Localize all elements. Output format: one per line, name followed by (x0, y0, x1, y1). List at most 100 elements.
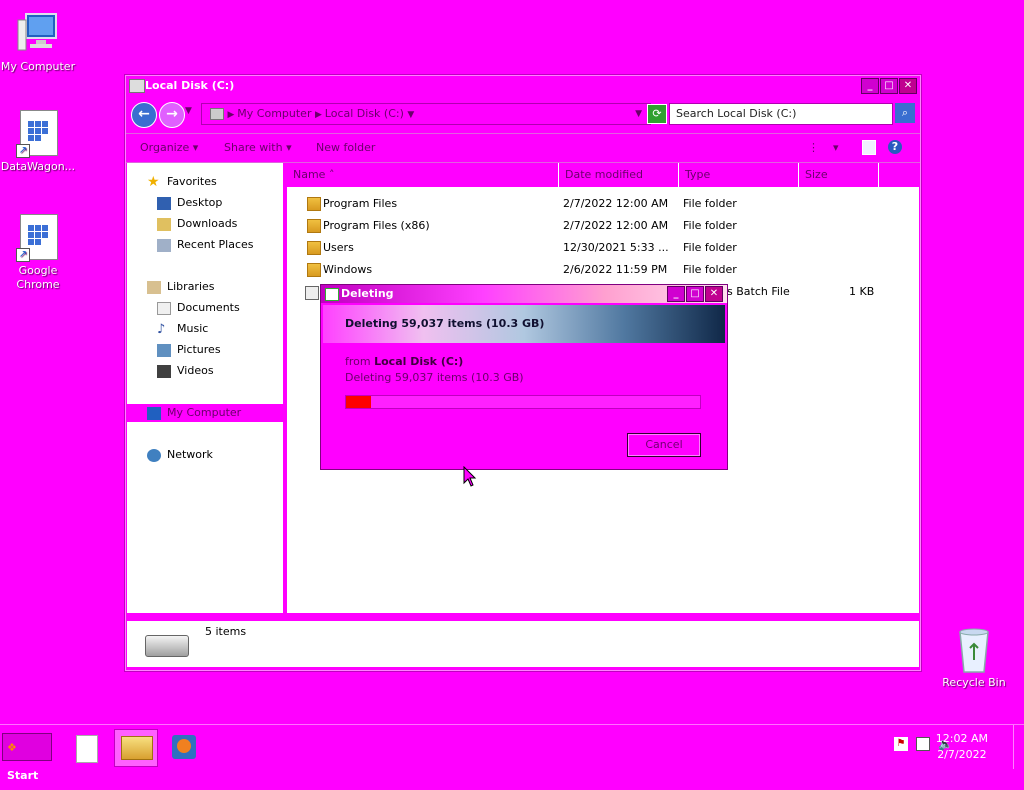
pictures-icon (157, 343, 171, 357)
file-type: s Batch File (727, 285, 790, 298)
delete-icon (325, 288, 339, 301)
chevron-down-icon[interactable]: ▼ (407, 110, 414, 120)
file-type: File folder (683, 197, 737, 210)
start-button[interactable]: ❖ Start (2, 733, 52, 782)
network-icon (147, 448, 161, 462)
organize-button[interactable]: Organize ▾ (140, 134, 198, 162)
shortcut-document-icon: ↗ (16, 110, 60, 158)
desktop-icon-recycle-bin[interactable]: Recycle Bin (936, 626, 1012, 690)
document-icon (76, 735, 98, 763)
column-header-type[interactable]: Type (679, 163, 799, 187)
drive-icon (129, 79, 145, 93)
show-desktop-button[interactable] (1013, 725, 1024, 769)
cancel-button[interactable]: Cancel (627, 433, 701, 457)
desktop-icon-label: DataWagon... (0, 160, 76, 173)
minimize-button[interactable]: _ (667, 286, 685, 302)
file-type: File folder (683, 219, 737, 232)
search-input[interactable]: Search Local Disk (C:) (669, 103, 893, 125)
breadcrumb-local-disk[interactable]: Local Disk (C:) (325, 107, 404, 120)
windows-logo-icon: ❖ (7, 741, 17, 754)
file-type: File folder (683, 263, 737, 276)
nav-videos[interactable]: Videos (157, 362, 214, 380)
libraries-icon (147, 280, 161, 294)
recent-pages-chevron-icon[interactable]: ▼ (185, 106, 192, 116)
table-row[interactable]: Program Files 2/7/2022 12:00 AM File fol… (287, 193, 919, 215)
drive-large-icon (145, 635, 189, 657)
nav-documents[interactable]: Documents (157, 299, 240, 317)
dialog-titlebar[interactable]: Deleting _ □ ✕ (321, 285, 727, 303)
from-location-link[interactable]: Local Disk (C:) (374, 355, 463, 368)
file-name: Windows (323, 263, 373, 276)
progress-fill (346, 396, 371, 408)
explorer-titlebar[interactable]: Local Disk (C:) _ □ ✕ (125, 75, 921, 97)
action-center-flag-icon[interactable]: ⚑ (894, 737, 908, 751)
taskbar-media-player-button[interactable] (164, 729, 206, 765)
network-tray-icon[interactable] (916, 737, 930, 751)
file-name: Program Files (x86) (323, 219, 430, 232)
folder-icon (307, 237, 321, 259)
documents-icon (157, 301, 171, 315)
clock-time: 12:02 AM (935, 732, 988, 745)
share-with-button[interactable]: Share with ▾ (224, 134, 292, 162)
computer-small-icon (210, 108, 224, 120)
nav-desktop[interactable]: Desktop (157, 194, 222, 212)
column-header-size[interactable]: Size (799, 163, 879, 187)
breadcrumb-my-computer[interactable]: My Computer (237, 107, 311, 120)
taskbar-document-button[interactable] (66, 729, 108, 765)
shortcut-document-icon: ↗ (16, 214, 60, 262)
dialog-title: Deleting (341, 287, 394, 300)
table-row[interactable]: Windows 2/6/2022 11:59 PM File folder (287, 259, 919, 281)
table-row[interactable]: Users 12/30/2021 5:33 ... File folder (287, 237, 919, 259)
nav-libraries[interactable]: Libraries (147, 278, 215, 296)
refresh-button[interactable]: ⟳ (647, 104, 667, 124)
nav-my-computer[interactable]: My Computer (127, 404, 283, 422)
file-name: Program Files (323, 197, 398, 210)
recent-places-icon (157, 238, 171, 252)
item-count: 5 items (205, 625, 247, 638)
address-history-chevron-icon[interactable]: ▼ (635, 104, 642, 124)
search-icon[interactable]: ⌕ (895, 103, 915, 123)
details-pane: 5 items (127, 621, 919, 667)
preview-pane-icon[interactable] (862, 140, 876, 155)
file-size: 1 KB (849, 285, 875, 298)
mouse-cursor-icon (463, 466, 477, 487)
recycle-bin-icon (952, 626, 996, 674)
file-date: 12/30/2021 5:33 ... (563, 241, 669, 254)
desktop-icon-google-chrome[interactable]: ↗ Google Chrome (0, 214, 76, 292)
column-header-spacer (879, 163, 919, 187)
clock[interactable]: 12:02 AM 2/7/2022 (936, 731, 988, 763)
close-button[interactable]: ✕ (705, 286, 723, 302)
file-date: 2/7/2022 12:00 AM (563, 197, 669, 210)
nav-downloads[interactable]: Downloads (157, 215, 237, 233)
view-options-icon[interactable]: ⋮ ▾ (808, 134, 839, 162)
column-header-name[interactable]: Name ˄ (287, 163, 559, 187)
close-button[interactable]: ✕ (899, 78, 917, 94)
column-header-date-modified[interactable]: Date modified (559, 163, 679, 187)
computer-icon (16, 10, 60, 58)
nav-recent-places[interactable]: Recent Places (157, 236, 254, 254)
nav-network[interactable]: Network (147, 446, 213, 464)
desktop-icon-datawagon[interactable]: ↗ DataWagon... (0, 110, 76, 174)
desktop-icon-my-computer[interactable]: My Computer (0, 10, 76, 74)
address-bar[interactable]: ▶ My Computer ▶ Local Disk (C:) ▼ ▼ (201, 103, 651, 125)
table-row[interactable]: Program Files (x86) 2/7/2022 12:00 AM Fi… (287, 215, 919, 237)
maximize-button[interactable]: □ (686, 286, 704, 302)
deleting-dialog[interactable]: Deleting _ □ ✕ Deleting 59,037 items (10… (320, 284, 728, 470)
chevron-right-icon[interactable]: ▶ (315, 110, 325, 120)
desktop-icon-label: Google Chrome (16, 264, 60, 291)
help-icon[interactable]: ? (888, 140, 902, 154)
taskbar-explorer-button[interactable] (114, 729, 158, 767)
nav-favorites[interactable]: ★ Favorites (147, 173, 217, 191)
back-button[interactable]: ← (131, 102, 157, 128)
maximize-button[interactable]: □ (880, 78, 898, 94)
nav-music[interactable]: ♪ Music (157, 320, 208, 338)
new-folder-button[interactable]: New folder (316, 134, 375, 162)
folder-icon (121, 736, 153, 760)
forward-button[interactable]: → (159, 102, 185, 128)
shortcut-arrow-icon: ↗ (16, 248, 30, 262)
nav-pictures[interactable]: Pictures (157, 341, 221, 359)
desktop-icon-label: Recycle Bin (942, 676, 1006, 689)
computer-icon (147, 406, 161, 420)
minimize-button[interactable]: _ (861, 78, 879, 94)
address-row: ← → ▼ ▶ My Computer ▶ Local Disk (C:) ▼ … (129, 101, 917, 128)
